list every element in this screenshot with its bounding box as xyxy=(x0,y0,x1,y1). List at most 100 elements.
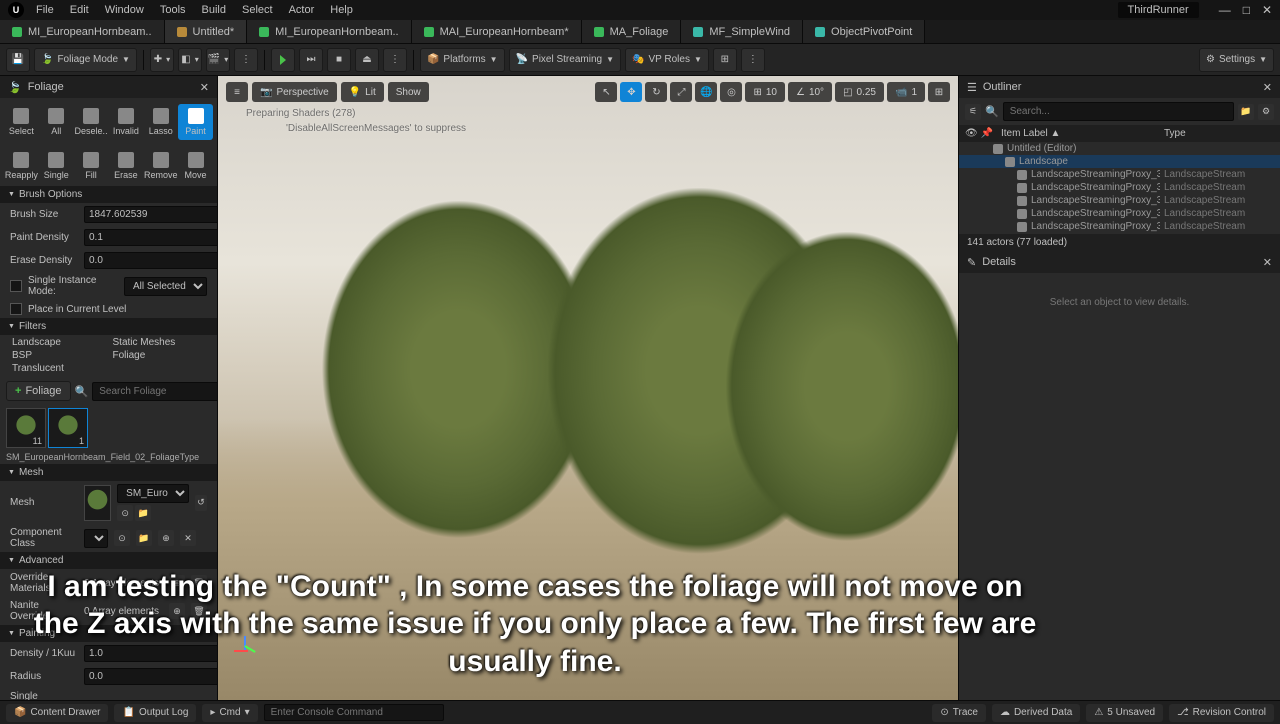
toolbar-extra-2[interactable]: ⋮ xyxy=(741,48,765,72)
nanite-clear-icon[interactable]: 🗑 xyxy=(191,603,207,619)
tool-reapply[interactable]: Reapply xyxy=(4,148,39,184)
vp-roles-dropdown[interactable]: 🎭 VP Roles ▼ xyxy=(625,48,709,72)
brush-size-input[interactable] xyxy=(84,206,217,223)
close-icon[interactable]: ✕ xyxy=(1263,81,1272,94)
tool-lasso[interactable]: Lasso xyxy=(143,104,178,140)
play-options-button[interactable]: ⋮ xyxy=(383,48,407,72)
derived-data-button[interactable]: ☁ Derived Data xyxy=(992,704,1080,722)
eject-button[interactable]: ⏏ xyxy=(355,48,379,72)
outliner-row[interactable]: LandscapeStreamingProxy_3_2_0LandscapeSt… xyxy=(959,181,1280,194)
play-button[interactable] xyxy=(271,48,295,72)
outliner-row[interactable]: Untitled (Editor) xyxy=(959,142,1280,155)
foliage-search-input[interactable] xyxy=(92,382,217,401)
outliner-col-label[interactable]: Item Label ▲ xyxy=(1001,128,1164,139)
mesh-preview[interactable] xyxy=(84,485,111,521)
menu-build[interactable]: Build xyxy=(202,4,226,16)
viewport-surface-icon[interactable]: ◎ xyxy=(720,82,742,102)
paint-density-input[interactable] xyxy=(84,229,217,246)
outliner-filter-icon[interactable]: ⚟ xyxy=(965,104,981,120)
document-tab[interactable]: ObjectPivotPoint xyxy=(803,20,925,43)
outliner-list[interactable]: Untitled (Editor)LandscapeLandscapeStrea… xyxy=(959,142,1280,234)
toolbar-extra-1[interactable]: ⊞ xyxy=(713,48,737,72)
viewport-angle-snap[interactable]: ∠ 10° xyxy=(788,82,832,102)
close-icon[interactable]: ✕ xyxy=(200,81,209,94)
revision-control-button[interactable]: ⎇ Revision Control xyxy=(1169,704,1274,722)
viewport-lit-button[interactable]: 💡 Lit xyxy=(341,82,384,102)
menu-edit[interactable]: Edit xyxy=(70,4,89,16)
add-content-button[interactable]: ✚▾ xyxy=(150,48,174,72)
use-icon[interactable]: 📁 xyxy=(135,505,151,521)
close-icon[interactable]: ✕ xyxy=(1263,256,1272,269)
outliner-row[interactable]: LandscapeStreamingProxy_3_3_0LandscapeSt… xyxy=(959,194,1280,207)
maximize-button[interactable]: □ xyxy=(1243,3,1250,17)
mesh-header[interactable]: Mesh xyxy=(0,464,217,481)
save-button[interactable]: 💾 xyxy=(6,48,30,72)
erase-density-input[interactable] xyxy=(84,252,217,269)
tool-fill[interactable]: Fill xyxy=(74,148,109,184)
settings-button[interactable]: ⚙ Settings ▼ xyxy=(1199,48,1274,72)
mode-dropdown[interactable]: 🍃 Foliage Mode ▼ xyxy=(34,48,137,72)
trace-button[interactable]: ⊙ Trace xyxy=(932,704,986,722)
cinematics-button[interactable]: 🎬▾ xyxy=(206,48,230,72)
viewport-grid-snap[interactable]: ⊞ 10 xyxy=(745,82,785,102)
document-tab[interactable]: MAI_EuropeanHornbeam* xyxy=(412,20,582,43)
component-browse-icon[interactable]: ⊙ xyxy=(114,530,130,546)
more-button[interactable]: ⋮ xyxy=(234,48,258,72)
outliner-row[interactable]: Landscape xyxy=(959,155,1280,168)
outliner-row[interactable]: LandscapeStreamingProxy_3_5_0LandscapeSt… xyxy=(959,220,1280,233)
viewport-scale-icon[interactable]: ⤢ xyxy=(670,82,692,102)
painting-header[interactable]: Painting xyxy=(0,625,217,642)
viewport-menu-button[interactable]: ≡ xyxy=(226,82,248,102)
nanite-add-icon[interactable]: ⊕ xyxy=(169,603,185,619)
outliner-col-type[interactable]: Type xyxy=(1164,128,1274,139)
outliner-row[interactable]: LandscapeStreamingProxy_3_4_0LandscapeSt… xyxy=(959,207,1280,220)
tool-paint[interactable]: Paint xyxy=(178,104,213,140)
outliner-search-input[interactable] xyxy=(1003,102,1234,121)
add-array-icon[interactable]: ⊕ xyxy=(169,575,185,591)
document-tab[interactable]: MA_Foliage xyxy=(582,20,682,43)
mesh-asset-dropdown[interactable]: SM_Euro xyxy=(117,484,189,503)
reset-icon[interactable]: ↺ xyxy=(195,495,207,511)
foliage-thumb[interactable]: 11 xyxy=(6,408,46,448)
close-button[interactable]: ✕ xyxy=(1262,3,1272,17)
density-input[interactable] xyxy=(84,645,217,662)
document-tab[interactable]: MI_EuropeanHornbeam.. xyxy=(247,20,412,43)
viewport-select-icon[interactable]: ↖ xyxy=(595,82,617,102)
viewport-camera-speed[interactable]: 📹 1 xyxy=(887,82,925,102)
marketplace-button[interactable]: ◧▾ xyxy=(178,48,202,72)
brush-options-header[interactable]: Brush Options xyxy=(0,186,217,203)
document-tab[interactable]: MI_EuropeanHornbeam.. xyxy=(0,20,165,43)
viewport-maximize-icon[interactable]: ⊞ xyxy=(928,82,950,102)
menu-tools[interactable]: Tools xyxy=(160,4,186,16)
viewport-rotate-icon[interactable]: ↻ xyxy=(645,82,667,102)
single-instance-checkbox[interactable] xyxy=(10,280,22,292)
menu-help[interactable]: Help xyxy=(330,4,353,16)
unsaved-button[interactable]: ⚠ 5 Unsaved xyxy=(1086,704,1163,722)
filters-header[interactable]: Filters xyxy=(0,318,217,335)
outliner-tab[interactable]: ☰ Outliner ✕ xyxy=(959,76,1280,98)
details-tab[interactable]: ✎ Details ✕ xyxy=(959,251,1280,273)
skip-button[interactable]: ⏭ xyxy=(299,48,323,72)
add-foliage-button[interactable]: Foliage xyxy=(6,381,71,401)
component-new-icon[interactable]: ⊕ xyxy=(158,530,174,546)
component-folder-icon[interactable]: 📁 xyxy=(136,530,152,546)
viewport-world-icon[interactable]: 🌐 xyxy=(695,82,717,102)
minimize-button[interactable]: — xyxy=(1219,3,1231,17)
tool-invalid[interactable]: Invalid xyxy=(108,104,143,140)
cmd-dropdown[interactable]: ▸ Cmd ▾ xyxy=(202,704,257,722)
browse-icon[interactable]: ⊙ xyxy=(117,505,133,521)
outliner-row[interactable]: LandscapeStreamingProxy_3_1_0LandscapeSt… xyxy=(959,168,1280,181)
stop-button[interactable]: ■ xyxy=(327,48,351,72)
outliner-add-folder-icon[interactable]: 📁 xyxy=(1238,104,1254,120)
clear-array-icon[interactable]: 🗑 xyxy=(191,575,207,591)
advanced-header[interactable]: Advanced xyxy=(0,552,217,569)
viewport-move-icon[interactable]: ✥ xyxy=(620,82,642,102)
tool-select[interactable]: Select xyxy=(4,104,39,140)
radius-input[interactable] xyxy=(84,668,217,685)
component-class-dropdown[interactable] xyxy=(84,529,108,548)
platforms-dropdown[interactable]: 📦 Platforms ▼ xyxy=(420,48,505,72)
document-tab[interactable]: Untitled* xyxy=(165,20,248,43)
output-log-button[interactable]: 📋 Output Log xyxy=(114,704,196,722)
viewport-show-button[interactable]: Show xyxy=(388,82,429,102)
tool-remove[interactable]: Remove xyxy=(143,148,178,184)
